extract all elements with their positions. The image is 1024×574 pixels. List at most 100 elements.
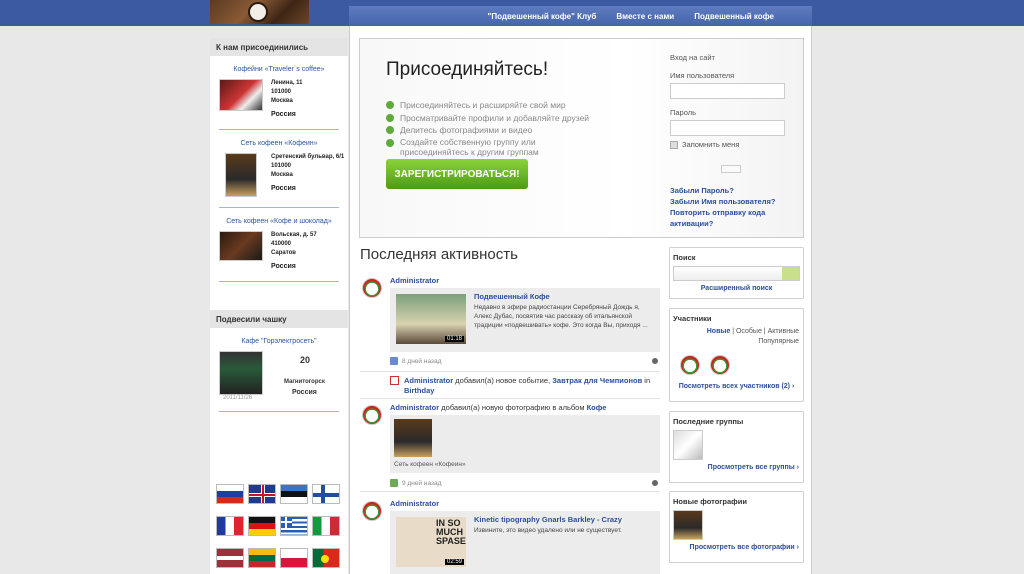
user-link[interactable]: Administrator [390,276,439,285]
greece-flag-icon[interactable] [280,516,308,536]
tab-active[interactable]: Активные [768,328,799,335]
cafe-link[interactable]: Кафе "Горэлектросеть" [210,338,348,345]
tab-featured[interactable]: Особые [736,328,762,335]
event-link[interactable]: Завтрак для Чемпионов [552,376,642,385]
avatar[interactable] [362,278,382,298]
uk-flag-icon[interactable] [248,484,276,504]
all-groups-link[interactable]: Просмотреть все группы › [670,464,803,471]
location-link[interactable]: Кофейни «Traveler`s coffee» [210,66,348,73]
forgot-password-link[interactable]: Забыли Пароль? [670,185,800,196]
address-country: Россия [271,111,296,118]
finland-flag-icon[interactable] [312,484,340,504]
tab-new[interactable]: Новые [707,328,731,335]
nav-suspended-coffee[interactable]: Подвешенный кофе [694,12,774,21]
cup-country: Россия [292,389,317,396]
remember-checkbox[interactable] [670,140,678,149]
photo-thumbnail[interactable] [673,510,703,540]
login-form: Вход на сайт Имя пользователя Пароль Зап… [670,53,800,229]
location-link[interactable]: Сеть кофеен «Кофе и шоколад» [210,218,348,225]
divider [219,281,339,282]
groups-box: Последние группы Просмотреть все группы … [669,411,804,483]
join-benefits-list: Присоединяйтесь и расширяйте свой мир Пр… [386,99,589,157]
russia-flag-icon[interactable] [216,484,244,504]
group-thumbnail[interactable] [673,430,703,460]
benefit-item: Просматривайте профили и добавляйте друз… [386,112,589,125]
activity-time: 9 дней назад [402,479,442,487]
password-label: Пароль [670,108,697,117]
plus-icon [386,113,394,122]
cup-count: 20 [300,355,311,365]
user-link[interactable]: Administrator [390,403,439,412]
login-button[interactable] [721,165,741,173]
estonia-flag-icon[interactable] [280,484,308,504]
address-city: Саратов [271,250,296,256]
coffee-cup-icon [248,2,268,22]
members-list [670,347,803,375]
cup-item: Кафе "Горэлектросеть" 2011/11/26 20 Магн… [210,338,348,412]
plus-icon [386,138,394,147]
main-content: Присоединяйтесь! Присоединяйтесь и расши… [349,26,812,574]
site-logo[interactable] [210,0,309,24]
divider [219,411,339,412]
nav-club[interactable]: "Подвешенный кофе" Клуб [488,12,597,21]
user-link[interactable]: Administrator [390,499,439,508]
lithuania-flag-icon[interactable] [248,548,276,568]
video-description: Извините, это видео удалено или не сущес… [474,527,622,534]
resend-activation-link[interactable]: Повторить отправку кода активации? [670,207,800,229]
username-label: Имя пользователя [670,71,735,80]
search-input[interactable] [673,266,800,281]
address-street: Ленина, 11 [271,80,303,86]
event-category-link[interactable]: Birthday [404,386,434,395]
address-country: Россия [271,263,296,270]
poland-flag-icon[interactable] [280,548,308,568]
password-input[interactable] [670,120,785,136]
video-title[interactable]: Kinetic tipography Gnarls Barkley - Craz… [474,515,622,524]
italy-flag-icon[interactable] [312,516,340,536]
member-avatar[interactable] [710,355,730,375]
location-pin-icon[interactable] [652,480,658,486]
address-city: Москва [271,98,293,104]
divider [360,371,660,372]
cafe-thumbnail[interactable] [219,351,263,395]
username-input[interactable] [670,83,785,99]
tab-popular[interactable]: Популярные [758,338,799,345]
location-thumbnail[interactable] [225,153,257,197]
video-duration: 01:18 [444,336,464,342]
register-button[interactable]: ЗАРЕГИСТРИРОВАТЬСЯ! [386,159,528,189]
nav-together[interactable]: Вместе с нами [616,12,674,21]
latvia-flag-icon[interactable] [216,548,244,568]
search-icon[interactable] [782,267,799,280]
album-link[interactable]: Кофе [587,403,607,412]
location-pin-icon[interactable] [652,358,658,364]
germany-flag-icon[interactable] [248,516,276,536]
main-nav: "Подвешенный кофе" Клуб Вместе с нами По… [349,6,812,26]
advanced-search-link[interactable]: Расширенный поиск [670,285,803,292]
address-zip: 101000 [271,163,292,169]
search-box: Поиск Расширенный поиск [669,247,804,299]
avatar[interactable] [362,405,382,425]
address-street: Вольская, д. 57 [271,232,317,238]
all-photos-link[interactable]: Просмотреть все фотографии › [670,544,803,551]
location-item: Кофейни «Traveler`s coffee» Ленина, 11 1… [210,66,348,130]
user-link[interactable]: Administrator [404,376,453,385]
photo-thumbnail[interactable] [394,419,432,457]
all-members-link[interactable]: Посмотреть всех участников (2) › [670,383,803,390]
login-title: Вход на сайт [670,53,715,62]
cup-city: Магнитогорск [284,379,325,385]
video-title[interactable]: Подвешенный Кофе [474,292,550,301]
location-thumbnail[interactable] [219,231,263,261]
language-flags [216,484,342,568]
join-panel: Присоединяйтесь! Присоединяйтесь и расши… [359,38,804,238]
france-flag-icon[interactable] [216,516,244,536]
location-thumbnail[interactable] [219,79,263,111]
video-thumbnail[interactable]: IN SO MUCH SPASE 02:59 [396,517,466,567]
forgot-username-link[interactable]: Забыли Имя пользователя? [670,196,800,207]
avatar[interactable] [362,501,382,521]
portugal-flag-icon[interactable] [312,548,340,568]
photo-icon [390,479,398,487]
divider [219,207,339,208]
video-thumbnail[interactable]: 01:18 [396,294,466,344]
location-link[interactable]: Сеть кофеен «Кофеин» [210,140,348,147]
activity-meta: 8 дней назад [390,357,441,365]
member-avatar[interactable] [680,355,700,375]
